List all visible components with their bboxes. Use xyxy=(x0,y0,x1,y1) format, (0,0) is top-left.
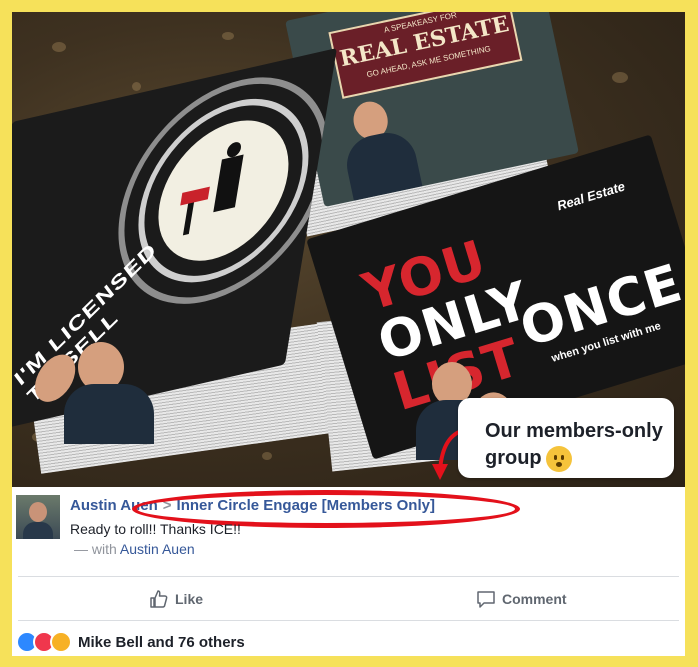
comment-button[interactable]: Comment xyxy=(476,589,567,609)
flushed-face-icon xyxy=(545,445,572,472)
with-prefix: — with xyxy=(74,541,117,557)
wow-reaction-icon xyxy=(50,631,72,653)
comment-icon xyxy=(477,591,495,608)
reactions-summary[interactable]: Mike Bell and 76 others xyxy=(16,631,245,653)
callout-label: Our members-only group xyxy=(485,420,663,469)
divider xyxy=(18,576,679,577)
callout-text: Our members-only group xyxy=(485,418,665,472)
avatar[interactable] xyxy=(16,495,60,539)
members-only-callout: Our members-only group xyxy=(458,398,674,478)
tagged-with: — with Austin Auen xyxy=(74,541,195,557)
post-photo[interactable]: A SPEAKEASY FOR REAL ESTATE GO AHEAD, AS… xyxy=(12,12,685,487)
card-brand: Real Estate xyxy=(555,178,627,214)
like-button[interactable]: Like xyxy=(149,589,203,609)
comment-label: Comment xyxy=(502,591,567,607)
real-estate-banner: A SPEAKEASY FOR REAL ESTATE GO AHEAD, AS… xyxy=(328,12,523,99)
post-frame: A SPEAKEASY FOR REAL ESTATE GO AHEAD, AS… xyxy=(12,12,685,656)
reactions-text: Mike Bell and 76 others xyxy=(78,633,245,651)
divider xyxy=(18,620,679,621)
tagged-user-link[interactable]: Austin Auen xyxy=(120,541,195,557)
post-message: Ready to roll!! Thanks ICE!! xyxy=(70,521,241,537)
thumbs-up-icon xyxy=(150,590,168,608)
like-label: Like xyxy=(175,591,204,607)
